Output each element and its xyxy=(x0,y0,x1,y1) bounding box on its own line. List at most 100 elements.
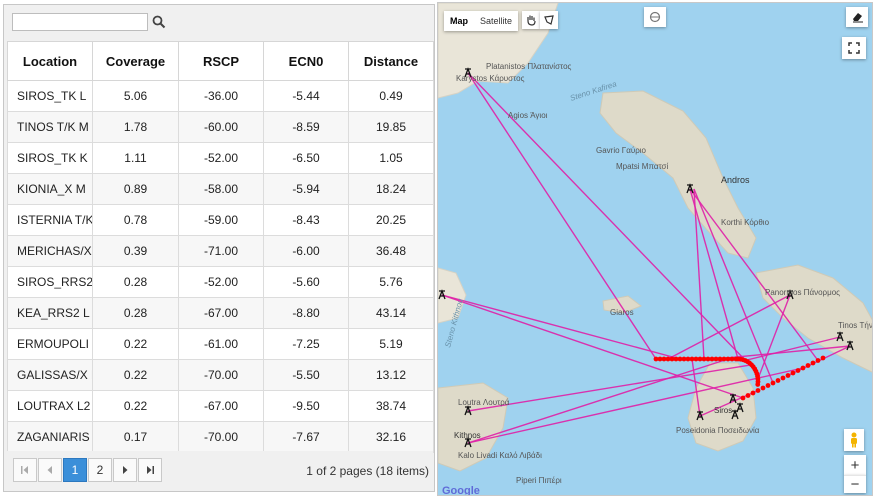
zoom-out-button[interactable]: − xyxy=(844,475,866,493)
table-row[interactable]: ZAGANIARIS T 0.17 -70.00 -7.67 32.16 xyxy=(7,421,434,453)
map-type-control: Map Satellite xyxy=(444,11,519,31)
cell-distance: 43.14 xyxy=(348,297,434,329)
cell-coverage: 5.06 xyxy=(92,80,179,112)
page-2-button[interactable]: 2 xyxy=(88,458,112,482)
coverage-point xyxy=(795,368,801,373)
next-page-button[interactable] xyxy=(113,458,137,482)
cell-location: KEA_RRS2 L xyxy=(7,297,93,329)
column-header-distance[interactable]: Distance xyxy=(348,41,434,81)
last-page-icon xyxy=(147,466,154,474)
previous-page-icon xyxy=(47,466,52,474)
fullscreen-icon xyxy=(848,42,860,54)
coverage-point xyxy=(805,363,811,368)
eraser-icon xyxy=(852,13,863,23)
table-row[interactable]: GALISSAS/X M0.22-70.00-5.5013.12 xyxy=(7,359,434,391)
center-button[interactable] xyxy=(644,7,666,27)
search-button[interactable] xyxy=(151,14,167,30)
label-gavrio: Gavrio Γαύριο xyxy=(596,146,647,155)
last-page-button[interactable] xyxy=(138,458,162,482)
table-row[interactable]: LOUTRAX L2 0.22 -67.00 -9.50 38.74 xyxy=(7,390,434,422)
table-row[interactable]: MERICHAS/X2 0.39 -71.00 -6.00 36.48 xyxy=(7,235,434,267)
coverage-point xyxy=(820,355,826,361)
cell-ecn0: -8.43 xyxy=(263,204,349,236)
coverage-point xyxy=(745,393,751,398)
cell-coverage: 0.22 xyxy=(92,328,179,360)
cell-rscp: -59.00 xyxy=(178,204,264,236)
map-type-satellite[interactable]: Satellite xyxy=(478,14,514,28)
column-header-location[interactable]: Location xyxy=(7,41,93,81)
label-andros: Andros xyxy=(721,175,750,185)
label-kalo-livadi: Kalo Livadi Καλό Λιβάδι xyxy=(458,451,542,460)
map-view[interactable]: Karystos Κάρυστος Platanistos Πλατανίστο… xyxy=(437,2,873,496)
clear-button[interactable] xyxy=(846,7,868,27)
table-row[interactable]: SIROS_TK K 1.11 -52.00 -6.50 1.05 xyxy=(7,142,434,174)
pager-info: 1 of 2 pages (18 items) xyxy=(306,464,429,478)
coverage-point xyxy=(750,390,756,396)
cell-rscp: -70.00 xyxy=(178,359,264,391)
next-page-icon xyxy=(123,466,128,474)
first-page-button[interactable] xyxy=(13,458,37,482)
cell-distance: 0.49 xyxy=(348,80,434,112)
cell-ecn0: -8.80 xyxy=(263,297,349,329)
cell-distance: 32.16 xyxy=(348,421,434,453)
coverage-point xyxy=(740,395,746,401)
column-header-coverage[interactable]: Coverage xyxy=(92,41,179,81)
table-row[interactable]: SIROS_RRS2 K0.28-52.00-5.605.76 xyxy=(7,266,434,298)
label-loutra: Loutra Λουτρά xyxy=(458,398,510,407)
map-type-map[interactable]: Map xyxy=(448,14,470,28)
page-1-button[interactable]: 1 xyxy=(63,458,87,482)
table-row[interactable]: SIROS_TK L 5.06 -36.00 -5.44 0.49 xyxy=(7,80,434,112)
cell-location: KIONIA_X M xyxy=(7,173,93,205)
cell-coverage: 1.78 xyxy=(92,111,179,143)
label-gyaros: Giaros xyxy=(610,308,634,317)
table-row[interactable]: KIONIA_X M 0.89 -58.00 -5.94 18.24 xyxy=(7,173,434,205)
cell-coverage: 0.28 xyxy=(92,266,179,298)
select-shape-icon xyxy=(544,15,554,25)
cell-rscp: -71.00 xyxy=(178,235,264,267)
cell-ecn0: -5.94 xyxy=(263,173,349,205)
cell-location: SIROS_TK K xyxy=(7,142,93,174)
cell-ecn0: -7.25 xyxy=(263,328,349,360)
coverage-point xyxy=(770,380,776,386)
search-icon xyxy=(152,15,166,29)
cell-rscp: -61.00 xyxy=(178,328,264,360)
table-row[interactable]: ISTERNIA T/K I 0.78 -59.00 -8.43 20.25 xyxy=(7,204,434,236)
coverage-point xyxy=(790,370,796,376)
cell-location: MERICHAS/X2 xyxy=(7,235,93,267)
table-row[interactable]: KEA_RRS2 L 0.28 -67.00 -8.80 43.14 xyxy=(7,297,434,329)
pan-button[interactable] xyxy=(522,11,540,29)
label-batsi: Mpatsi Μπατσί xyxy=(616,162,668,171)
cell-rscp: -70.00 xyxy=(178,421,264,453)
cell-distance: 36.48 xyxy=(348,235,434,267)
label-siros: Siros xyxy=(714,406,732,415)
cell-location: SIROS_RRS2 K xyxy=(7,266,93,298)
first-page-icon xyxy=(21,466,28,474)
label-karystos: Karystos Κάρυστος xyxy=(456,74,525,83)
table-row[interactable]: TINOS T/K M 1.78 -60.00 -8.59 19.85 xyxy=(7,111,434,143)
fullscreen-button[interactable] xyxy=(842,37,866,59)
column-header-rscp[interactable]: RSCP xyxy=(178,41,264,81)
google-logo: Google xyxy=(442,485,480,496)
cell-ecn0: -7.67 xyxy=(263,421,349,453)
cell-location: TINOS T/K M xyxy=(7,111,93,143)
map-canvas[interactable]: Karystos Κάρυστος Platanistos Πλατανίστο… xyxy=(438,3,873,496)
coverage-point xyxy=(775,378,781,383)
select-shape-button[interactable] xyxy=(540,11,558,29)
coverage-point xyxy=(800,365,806,371)
cell-distance: 38.74 xyxy=(348,390,434,422)
cell-coverage: 0.22 xyxy=(92,359,179,391)
cell-coverage: 0.78 xyxy=(92,204,179,236)
cell-distance: 13.12 xyxy=(348,359,434,391)
cell-distance: 1.05 xyxy=(348,142,434,174)
street-view-button[interactable] xyxy=(844,429,864,451)
search-input[interactable] xyxy=(12,13,148,31)
column-header-ecn0[interactable]: ECN0 xyxy=(263,41,349,81)
label-kithnos: Kithnos xyxy=(454,431,481,440)
results-table: Location Coverage RSCP ECN0 Distance SIR… xyxy=(7,41,434,453)
table-row[interactable]: ERMOUPOLI M0.22-61.00-7.255.19 xyxy=(7,328,434,360)
zoom-in-button[interactable]: + xyxy=(844,455,866,475)
cell-rscp: -67.00 xyxy=(178,297,264,329)
cell-rscp: -52.00 xyxy=(178,266,264,298)
cell-coverage: 0.22 xyxy=(92,390,179,422)
previous-page-button[interactable] xyxy=(38,458,62,482)
